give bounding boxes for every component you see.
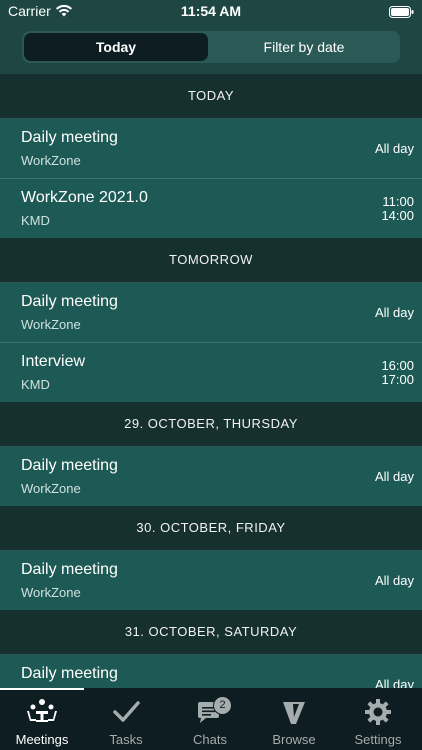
meeting-times: 16:00 17:00 [381, 359, 414, 387]
meeting-all-day: All day [374, 141, 414, 156]
tab-settings-label: Settings [354, 732, 402, 747]
meeting-title: Daily meeting [21, 665, 118, 682]
tab-meetings-label: Meetings [15, 732, 69, 747]
section-header-tomorrow: TOMORROW [0, 238, 422, 283]
segment-filter-by-date[interactable]: Filter by date [210, 33, 398, 61]
section-header-oct-29: 29. OCTOBER, THURSDAY [0, 402, 422, 447]
meeting-times: 11:00 14:00 [381, 195, 414, 223]
status-bar: Carrier 11:54 AM [0, 0, 422, 22]
meeting-row[interactable]: Daily meeting WorkZone All day [0, 283, 422, 343]
tab-browse-label: Browse [272, 732, 316, 747]
meeting-subtitle: WorkZone [21, 481, 81, 496]
meeting-title: Daily meeting [21, 129, 118, 146]
meeting-subtitle: KMD [21, 213, 50, 228]
status-time: 11:54 AM [180, 3, 242, 19]
meeting-title: Daily meeting [21, 561, 118, 578]
meeting-row[interactable]: Interview KMD 16:00 17:00 [0, 343, 422, 402]
meeting-subtitle: KMD [21, 377, 50, 392]
header: Today Filter by date [0, 22, 422, 74]
meeting-row[interactable]: Daily meeting All day [0, 655, 422, 688]
meeting-all-day: All day [374, 305, 414, 320]
segment-today[interactable]: Today [24, 33, 208, 61]
meeting-subtitle: WorkZone [21, 585, 81, 600]
meeting-end-time: 14:00 [381, 208, 414, 223]
meeting-end-time: 17:00 [381, 372, 414, 387]
meeting-subtitle: WorkZone [21, 153, 81, 168]
tab-tasks[interactable]: Tasks [84, 688, 168, 750]
meeting-all-day: All day [374, 573, 414, 588]
section-header-today: TODAY [0, 74, 422, 119]
tab-tasks-label: Tasks [109, 732, 143, 747]
browse-icon [279, 698, 309, 726]
section-header-oct-30: 30. OCTOBER, FRIDAY [0, 506, 422, 551]
meeting-row[interactable]: Daily meeting WorkZone All day [0, 447, 422, 506]
meeting-title: Interview [21, 353, 86, 370]
chats-unread-badge: 2 [213, 696, 232, 715]
meeting-row[interactable]: WorkZone 2021.0 KMD 11:00 14:00 [0, 179, 422, 238]
section-header-oct-31: 31. OCTOBER, SATURDAY [0, 610, 422, 655]
gear-icon [363, 698, 393, 726]
meeting-row[interactable]: Daily meeting WorkZone All day [0, 119, 422, 179]
meeting-list[interactable]: TODAY Daily meeting WorkZone All day Wor… [0, 74, 422, 688]
meeting-start-time: 16:00 [381, 358, 414, 373]
tab-settings[interactable]: Settings [336, 688, 420, 750]
meeting-title: WorkZone 2021.0 [21, 189, 148, 206]
checkmark-icon [111, 698, 141, 726]
meeting-title: Daily meeting [21, 457, 118, 474]
tab-chats[interactable]: Chats [168, 688, 252, 750]
meeting-start-time: 11:00 [382, 194, 414, 209]
battery-icon [389, 5, 414, 21]
meeting-subtitle: WorkZone [21, 317, 81, 332]
date-filter-segmented-control: Today Filter by date [22, 31, 400, 63]
meeting-row[interactable]: Daily meeting WorkZone All day [0, 551, 422, 610]
meeting-all-day: All day [374, 677, 414, 688]
tab-chats-label: Chats [193, 732, 227, 747]
tab-browse[interactable]: Browse [252, 688, 336, 750]
tab-meetings[interactable]: Meetings [0, 688, 84, 750]
meeting-title: Daily meeting [21, 293, 118, 310]
meeting-all-day: All day [374, 469, 414, 484]
meetings-icon [27, 698, 57, 726]
tab-bar: Meetings Tasks Chats Browse Settings [0, 688, 422, 750]
